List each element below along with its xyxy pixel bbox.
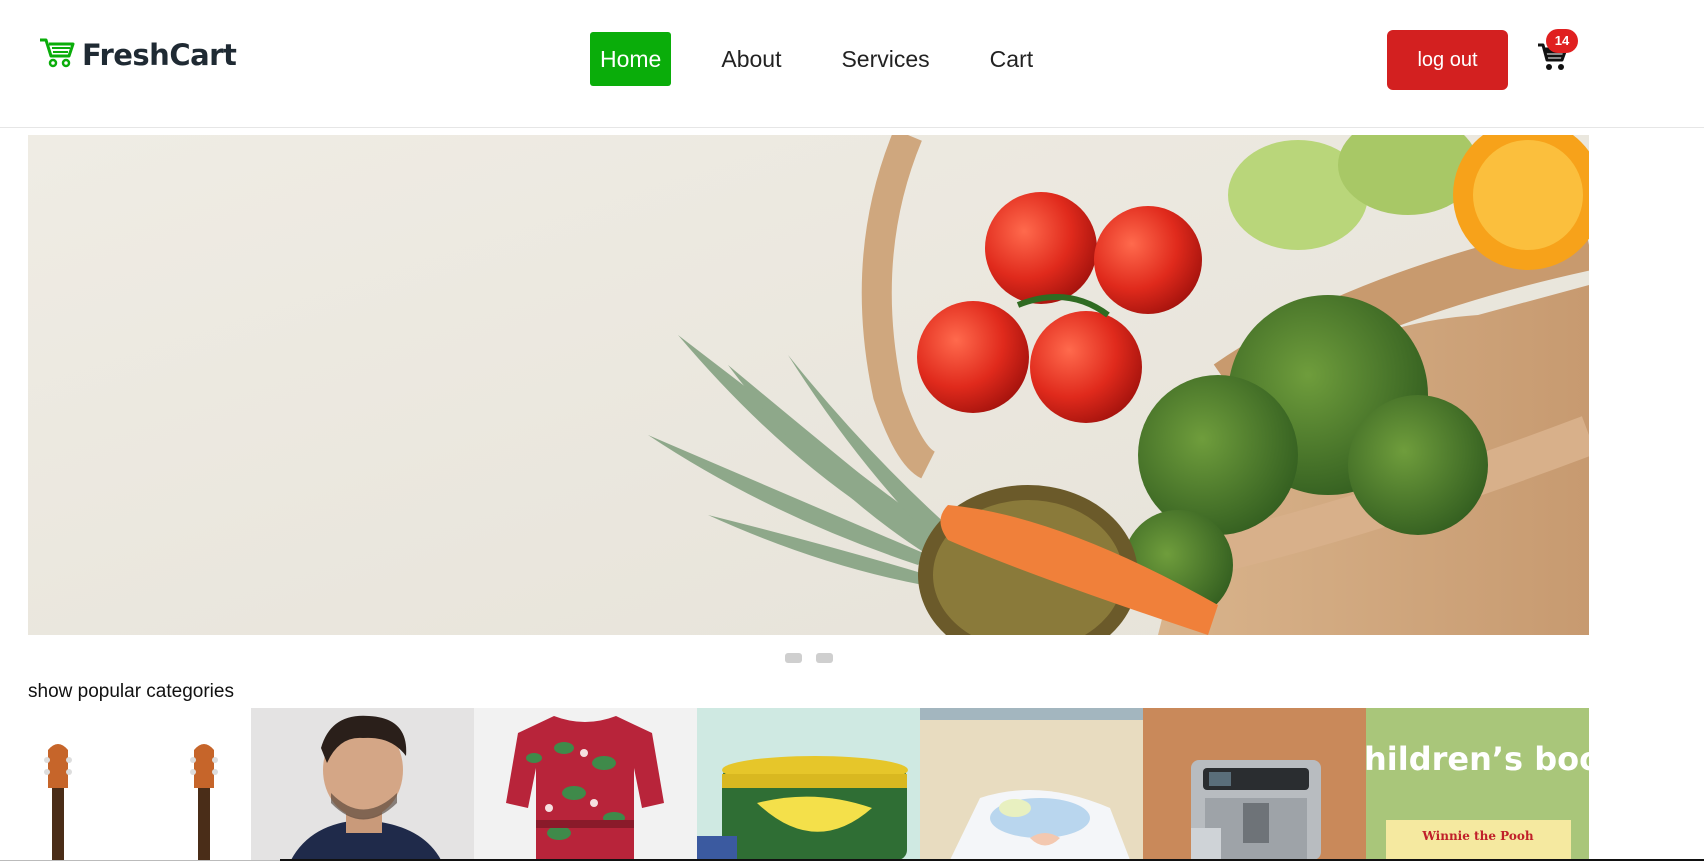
slider-dot[interactable] [785,653,802,663]
nav-link-about[interactable]: About [711,32,791,86]
shopping-cart-icon [38,34,76,75]
category-image-diapers [920,708,1143,860]
navbar: FreshCart Home About Services Cart log o… [0,0,1704,128]
category-card-electronics[interactable] [1143,708,1366,860]
category-card-supermarket[interactable] [697,708,920,860]
category-card-women-fashion[interactable] [474,708,697,860]
brand-logo[interactable]: FreshCart [38,34,237,75]
category-card-music[interactable] [28,708,251,860]
logout-button[interactable]: log out [1387,30,1508,90]
category-image-dress [474,708,697,860]
category-card-men-fashion[interactable] [251,708,474,860]
categories-slider: hildren’s book Winnie the Pooh [28,708,1589,860]
divider [280,859,1704,861]
category-image-canned-food [697,708,920,860]
book-cover-title: Winnie the Pooh [1421,829,1533,843]
category-image-coffee-machine [1143,708,1366,860]
brand-name: FreshCart [82,37,237,72]
hero-produce-image [28,135,1589,635]
category-image-childrens-books: hildren’s book Winnie the Pooh [1366,708,1589,860]
hero-slider[interactable] [28,135,1589,635]
nav-link-home[interactable]: Home [590,32,672,86]
slider-dot[interactable] [816,653,833,663]
category-card-books[interactable]: hildren’s book Winnie the Pooh [1366,708,1589,860]
category-image-man [251,708,474,860]
shopping-cart-icon [1537,43,1569,76]
nav-link-cart[interactable]: Cart [980,32,1043,86]
cart-count-badge: 14 [1546,29,1578,53]
categories-title: show popular categories [28,681,234,702]
books-banner-text: hildren’s book [1366,740,1589,778]
slider-dots [785,653,833,663]
category-image-guitars [28,708,251,860]
category-card-baby[interactable] [920,708,1143,860]
nav-link-services[interactable]: Services [831,32,939,86]
main-nav: Home About Services Cart [590,32,1083,86]
divider [0,860,280,861]
